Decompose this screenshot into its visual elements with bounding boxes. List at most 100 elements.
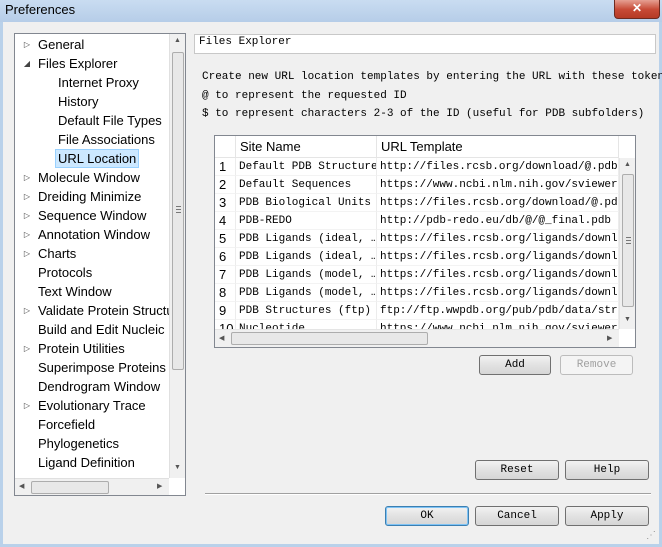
remove-button[interactable]: Remove [560,355,633,375]
preferences-tree[interactable]: ▷ General ◢ Files Explorer Internet Proxy His… [14,33,186,496]
site-name-cell[interactable]: PDB Ligands (model, … [236,284,377,302]
column-header-number[interactable] [215,136,236,158]
ok-button[interactable]: OK [385,506,469,526]
row-number-cell[interactable]: 5 [215,230,236,248]
scroll-left-icon[interactable]: ◀ [219,334,224,342]
tree-item-protein-utilities[interactable]: ▷ Protein Utilities [15,339,169,358]
tree-item-label: Phylogenetics [38,436,119,451]
tree-item-label: Evolutionary Trace [38,398,146,413]
expand-arrow-icon[interactable]: ▷ [21,187,33,206]
expand-arrow-icon[interactable]: ▷ [21,301,33,320]
tree-scroll-thumb[interactable] [172,52,184,370]
tree-item-history[interactable]: History [15,92,169,111]
close-icon: ✕ [631,1,643,15]
tree-item-files-explorer[interactable]: ◢ Files Explorer [15,54,169,73]
tree-item-default-file-types[interactable]: Default File Types [15,111,169,130]
scroll-up-icon[interactable]: ▲ [624,161,631,168]
expand-arrow-icon[interactable]: ▷ [21,35,33,54]
tree-item-forcefield[interactable]: Forcefield [15,415,169,434]
site-name-cell[interactable]: PDB Ligands (model, … [236,266,377,284]
tree-item-label: Dendrogram Window [38,379,161,394]
row-number-cell[interactable]: 3 [215,194,236,212]
row-number-cell[interactable]: 7 [215,266,236,284]
tree-vertical-scrollbar[interactable]: ▲ ▼ [169,34,185,478]
scroll-right-icon[interactable]: ▶ [607,334,612,342]
tree-item-internet-proxy[interactable]: Internet Proxy [15,73,169,92]
site-name-cell[interactable]: PDB Ligands (ideal, … [236,248,377,266]
tree-item-label: Internet Proxy [58,75,139,90]
expand-arrow-icon[interactable]: ▷ [21,168,33,187]
row-number-cell[interactable]: 2 [215,176,236,194]
table-hscroll-thumb[interactable] [231,332,428,345]
tree-item-dreiding-minimize[interactable]: ▷ Dreiding Minimize [15,187,169,206]
tree-item-general[interactable]: ▷ General [15,35,169,54]
url-template-cell[interactable]: https://www.ncbi.nlm.nih.gov/sviewer/vie [377,176,619,194]
tree-item-phylogenetics[interactable]: Phylogenetics [15,434,169,453]
cancel-button[interactable]: Cancel [475,506,559,526]
row-number-cell[interactable]: 6 [215,248,236,266]
expand-arrow-icon[interactable]: ▷ [21,339,33,358]
url-template-cell[interactable]: http://pdb-redo.eu/db/@/@_final.pdb [377,212,619,230]
expand-arrow-icon[interactable]: ▷ [21,396,33,415]
site-name-cell[interactable]: PDB Structures (ftp) [236,302,377,320]
dialog-client-area: ▷ General ◢ Files Explorer Internet Proxy His… [3,22,662,544]
url-template-cell[interactable]: http://files.rcsb.org/download/@.pdb [377,158,619,176]
tree-item-build-and-edit-nucleic[interactable]: Build and Edit Nucleic [15,320,169,339]
tree-item-ligand-definition[interactable]: Ligand Definition [15,453,169,472]
tree-item-annotation-window[interactable]: ▷ Annotation Window [15,225,169,244]
site-name-cell[interactable]: PDB Ligands (ideal, … [236,230,377,248]
url-template-cell[interactable]: https://files.rcsb.org/ligands/download/ [377,230,619,248]
tree-item-charts[interactable]: ▷ Charts [15,244,169,263]
scroll-right-icon[interactable]: ▶ [157,482,162,490]
add-button[interactable]: Add [479,355,551,375]
row-number-cell[interactable]: 9 [215,302,236,320]
scroll-left-icon[interactable]: ◀ [19,482,24,490]
help-button[interactable]: Help [565,460,649,480]
tree-item-superimpose-proteins[interactable]: Superimpose Proteins [15,358,169,377]
window-title: Preferences [5,2,76,17]
url-template-cell[interactable]: https://files.rcsb.org/ligands/download/ [377,248,619,266]
tree-item-protocols[interactable]: Protocols [15,263,169,282]
scroll-down-icon[interactable]: ▼ [624,316,631,323]
expand-arrow-icon[interactable]: ▷ [21,206,33,225]
scroll-up-icon[interactable]: ▲ [174,37,181,44]
tree-item-label: URL Location [55,149,140,168]
reset-button[interactable]: Reset [475,460,559,480]
expand-arrow-icon[interactable]: ▷ [21,225,33,244]
tree-item-sequence-window[interactable]: ▷ Sequence Window [15,206,169,225]
row-number-cell[interactable]: 1 [215,158,236,176]
apply-button[interactable]: Apply [565,506,649,526]
resize-grip-icon[interactable]: ⋰ [646,530,658,542]
table-vertical-scrollbar[interactable]: ▲ ▼ [619,158,635,329]
tree-horizontal-scrollbar[interactable]: ◀ ▶ [15,478,169,495]
tree-item-label: Protocols [38,265,93,280]
tree-item-validate-protein-structu[interactable]: ▷ Validate Protein Structu [15,301,174,320]
table-scroll-thumb[interactable] [622,174,634,307]
url-template-cell[interactable]: https://files.rcsb.org/download/@.pdb1.g [377,194,619,212]
tree-item-label: Charts [38,246,77,261]
tree-item-url-location[interactable]: URL Location [15,149,169,168]
url-template-cell[interactable]: https://files.rcsb.org/ligands/download/ [377,266,619,284]
close-button[interactable]: ✕ [614,0,660,19]
collapse-arrow-icon[interactable]: ◢ [21,54,33,73]
tree-item-dendrogram-window[interactable]: Dendrogram Window [15,377,169,396]
url-template-cell[interactable]: https://files.rcsb.org/ligands/download/ [377,284,619,302]
site-name-cell[interactable]: PDB-REDO [236,212,377,230]
tree-item-evolutionary-trace[interactable]: ▷ Evolutionary Trace [15,396,169,415]
url-template-cell[interactable]: ftp://ftp.wwpdb.org/pub/pdb/data/structu [377,302,619,320]
site-name-cell[interactable]: Default PDB Structures [236,158,377,176]
column-header-url-template[interactable]: URL Template [377,136,619,158]
site-name-cell[interactable]: PDB Biological Units [236,194,377,212]
tree-hscroll-thumb[interactable] [31,481,109,494]
table-horizontal-scrollbar[interactable]: ◀ ▶ [215,329,619,347]
row-number-cell[interactable]: 4 [215,212,236,230]
column-header-site-name[interactable]: Site Name [236,136,377,158]
site-name-cell[interactable]: Default Sequences [236,176,377,194]
row-number-cell[interactable]: 8 [215,284,236,302]
scroll-down-icon[interactable]: ▼ [174,464,181,471]
tree-item-molecule-window[interactable]: ▷ Molecule Window [15,168,169,187]
expand-arrow-icon[interactable]: ▷ [21,244,33,263]
tree-item-file-associations[interactable]: File Associations [15,130,169,149]
url-template-table[interactable]: Site Name URL Template 1 Default PDB Stru… [214,135,636,348]
tree-item-text-window[interactable]: Text Window [15,282,169,301]
